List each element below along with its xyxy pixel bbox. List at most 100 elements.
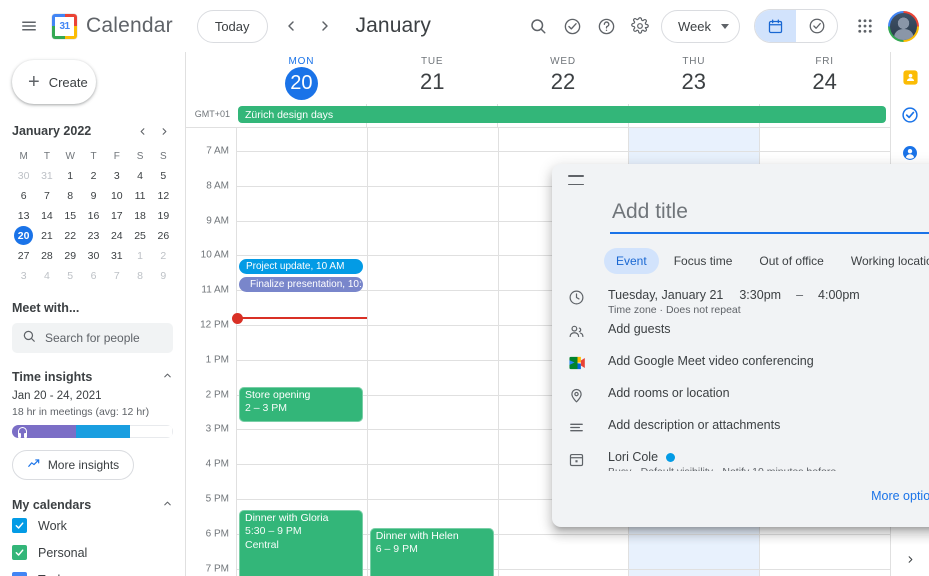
mini-calendar-day[interactable]: 18 — [128, 206, 151, 225]
mini-calendar-day[interactable]: 22 — [59, 226, 82, 245]
mini-calendar-day[interactable]: 20 — [12, 226, 35, 245]
add-guests-label[interactable]: Add guests — [608, 322, 929, 336]
mini-calendar-day[interactable]: 8 — [59, 186, 82, 205]
brand[interactable]: 31 Calendar — [52, 13, 173, 39]
mini-calendar-day[interactable]: 28 — [35, 246, 58, 265]
gear-icon[interactable] — [623, 9, 657, 43]
day-number[interactable]: 21 — [420, 68, 444, 96]
drag-handle-icon[interactable] — [568, 175, 584, 185]
mini-calendar-today[interactable]: 20 — [14, 226, 34, 245]
search-icon[interactable] — [521, 9, 555, 43]
hamburger-menu-icon[interactable] — [12, 9, 46, 43]
guests-row[interactable]: Add guests — [569, 322, 929, 348]
add-description-label[interactable]: Add description or attachments — [608, 418, 929, 432]
event-end-time[interactable]: 4:00pm — [818, 288, 860, 302]
view-select[interactable]: Week — [661, 9, 740, 43]
calendar-event[interactable]: Dinner with Gloria 5:30 – 9 PM Central — [239, 510, 363, 576]
mini-calendar-day[interactable]: 21 — [35, 226, 58, 245]
mini-calendar-day[interactable]: 3 — [12, 266, 35, 285]
toggle-calendar-view[interactable] — [755, 10, 796, 42]
mini-calendar-day[interactable]: 1 — [128, 246, 151, 265]
event-type-tab[interactable]: Working location — [839, 248, 929, 274]
mini-calendar-day[interactable]: 3 — [105, 166, 128, 185]
day-header[interactable]: WED 22 — [498, 52, 629, 104]
description-row[interactable]: Add description or attachments — [570, 418, 929, 444]
mini-calendar-day[interactable]: 15 — [59, 206, 82, 225]
when-row[interactable]: Tuesday, January 21 3:30pm – 4:00pm Time… — [569, 288, 929, 316]
help-icon[interactable] — [589, 9, 623, 43]
event-date[interactable]: Tuesday, January 21 — [608, 288, 723, 302]
mini-calendar-day[interactable]: 7 — [35, 186, 58, 205]
day-header[interactable]: MON 20 — [236, 52, 367, 104]
mini-calendar-day[interactable]: 8 — [128, 266, 151, 285]
day-number[interactable]: 22 — [551, 68, 575, 96]
mini-calendar-day[interactable]: 26 — [152, 226, 175, 245]
mini-calendar-day[interactable]: 27 — [12, 246, 35, 265]
mini-calendar-day[interactable]: 9 — [82, 186, 105, 205]
day-column[interactable]: Dinner with Helen 6 – 9 PM — [366, 128, 498, 576]
apps-grid-icon[interactable] — [848, 9, 882, 43]
add-location-label[interactable]: Add rooms or location — [608, 386, 929, 400]
calendar-owner-row[interactable]: Lori Cole Busy · Default visibility · No… — [569, 450, 929, 471]
day-number[interactable]: 20 — [284, 67, 318, 100]
mini-calendar-prev-icon[interactable] — [131, 120, 153, 142]
calendar-checkbox[interactable] — [12, 572, 27, 576]
mini-calendar-day[interactable]: 19 — [152, 206, 175, 225]
mini-calendar-day[interactable]: 14 — [35, 206, 58, 225]
toggle-tasks-view[interactable] — [796, 10, 837, 42]
mini-calendar-day[interactable]: 2 — [82, 166, 105, 185]
calendar-event[interactable]: Finalize presentation, 10: — [239, 277, 363, 292]
support-check-circle-icon[interactable] — [555, 9, 589, 43]
search-people-input[interactable]: Search for people — [12, 323, 173, 353]
day-column[interactable]: Project update, 10 AM Finalize presentati… — [232, 128, 367, 576]
day-number[interactable]: 24 — [812, 68, 836, 96]
day-header[interactable]: THU 23 — [628, 52, 759, 104]
create-button[interactable]: + Create — [12, 60, 96, 104]
calendar-event[interactable]: Store opening 2 – 3 PM — [239, 387, 363, 422]
day-number[interactable]: 23 — [682, 68, 706, 96]
calendar-list-item[interactable]: Work — [12, 512, 173, 539]
mini-calendar-next-icon[interactable] — [153, 120, 175, 142]
expand-chevron-right-icon[interactable] — [905, 554, 916, 568]
calendar-list-item[interactable]: Tasks — [12, 566, 173, 576]
google-contacts-icon[interactable] — [899, 142, 921, 164]
mini-calendar-day[interactable]: 13 — [12, 206, 35, 225]
more-options-link[interactable]: More options — [863, 481, 929, 511]
google-tasks-icon[interactable] — [899, 104, 921, 126]
mini-calendar-day[interactable]: 2 — [152, 246, 175, 265]
calendar-event[interactable]: Dinner with Helen 6 – 9 PM — [369, 528, 494, 576]
event-start-time[interactable]: 3:30pm — [739, 288, 781, 302]
mini-calendar-day[interactable]: 31 — [105, 246, 128, 265]
mini-calendar-day[interactable]: 1 — [59, 166, 82, 185]
chevron-up-icon[interactable] — [155, 498, 173, 512]
event-timezone-repeat[interactable]: Time zone · Does not repeat — [608, 304, 929, 316]
mini-calendar-day[interactable]: 25 — [128, 226, 151, 245]
event-type-tab[interactable]: Event — [604, 248, 659, 274]
more-insights-button[interactable]: More insights — [12, 450, 134, 480]
chevron-up-icon[interactable] — [155, 370, 173, 384]
mini-calendar-day[interactable]: 29 — [59, 246, 82, 265]
mini-calendar-day[interactable]: 10 — [105, 186, 128, 205]
event-type-tab[interactable]: Out of office — [747, 248, 835, 274]
mini-calendar-day[interactable]: 31 — [35, 166, 58, 185]
day-header[interactable]: FRI 24 — [759, 52, 890, 104]
day-header[interactable]: TUE 21 — [367, 52, 498, 104]
mini-calendar-day[interactable]: 6 — [12, 186, 35, 205]
avatar[interactable] — [888, 10, 919, 42]
mini-calendar-day[interactable]: 12 — [152, 186, 175, 205]
mini-calendar-day[interactable]: 11 — [128, 186, 151, 205]
google-keep-icon[interactable] — [899, 66, 921, 88]
chevron-right-icon[interactable] — [308, 9, 342, 43]
calendar-list-item[interactable]: Personal — [12, 539, 173, 566]
chevron-left-icon[interactable] — [274, 9, 308, 43]
location-row[interactable]: Add rooms or location — [571, 386, 929, 412]
mini-calendar-day[interactable]: 30 — [82, 246, 105, 265]
calendar-checkbox[interactable] — [12, 518, 27, 533]
mini-calendar-day[interactable]: 4 — [128, 166, 151, 185]
event-title-input[interactable] — [610, 196, 929, 234]
mini-calendar-day[interactable]: 24 — [105, 226, 128, 245]
mini-calendar-day[interactable]: 7 — [105, 266, 128, 285]
mini-calendar-day[interactable]: 23 — [82, 226, 105, 245]
all-day-event[interactable]: Zürich design days — [238, 106, 886, 123]
calendar-checkbox[interactable] — [12, 545, 27, 560]
